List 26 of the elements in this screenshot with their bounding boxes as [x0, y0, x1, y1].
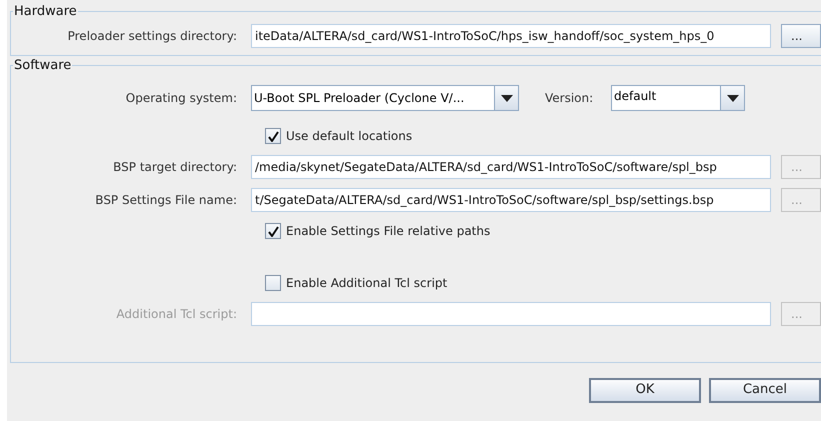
checkbox[interactable] [265, 223, 281, 239]
os-dropdown[interactable]: U-Boot SPL Preloader (Cyclone V/... [251, 85, 519, 111]
dropdown-button[interactable] [720, 86, 744, 110]
version-dropdown[interactable]: default [611, 85, 745, 111]
caret-down-icon [500, 94, 512, 102]
checkbox-label: Enable Additional Tcl script [286, 275, 448, 292]
checkmark-icon [268, 226, 278, 236]
dialog-button[interactable]: Cancel [709, 378, 821, 402]
caret-down-icon [726, 94, 738, 102]
checkbox-label: Enable Settings File relative paths [286, 223, 490, 240]
checkmark-icon [268, 130, 278, 142]
field-label: BSP target directory: [112, 159, 238, 176]
field-label: Version: [545, 90, 594, 107]
group-title: Hardware [13, 3, 78, 21]
checkbox[interactable] [265, 128, 281, 144]
field-label: Operating system: [124, 90, 238, 107]
browse-button[interactable]: ... [781, 24, 821, 48]
field-label: Additional Tcl script: [115, 306, 238, 323]
checkbox[interactable] [265, 275, 281, 291]
group-title: Software [13, 56, 72, 74]
checkbox-label: Use default locations [286, 128, 412, 145]
path-field[interactable]: iteData/ALTERA/sd_card/WS1-IntroToSoC/hps_isw_handoff/soc_system_hps_0 [251, 24, 771, 48]
dropdown-button[interactable] [494, 86, 518, 110]
field-label: BSP Settings File name: [94, 192, 238, 209]
field-label: Preloader settings directory: [66, 28, 238, 44]
dialog-button[interactable]: OK [589, 378, 701, 402]
